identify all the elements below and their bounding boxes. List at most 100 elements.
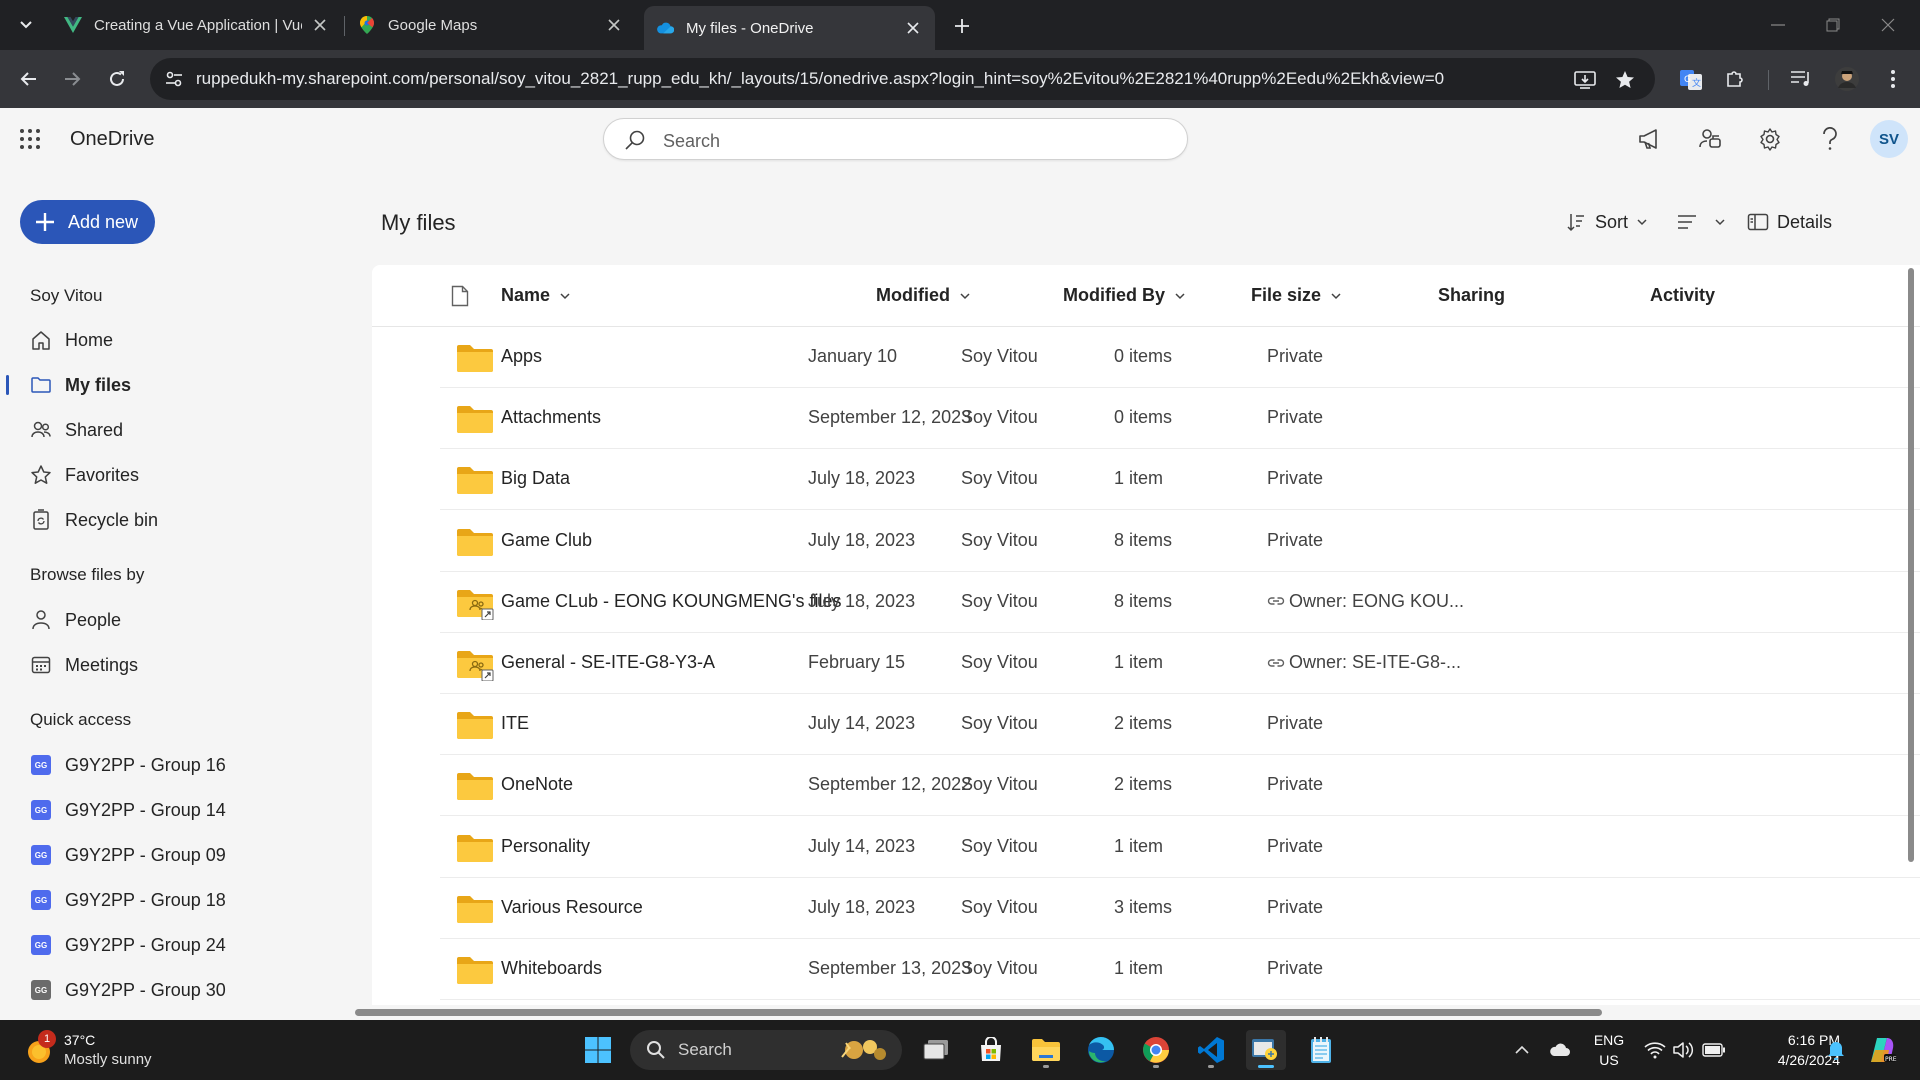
file-name[interactable]: General - SE-ITE-G8-Y3-A bbox=[501, 652, 715, 673]
column-file-size[interactable]: File size bbox=[1251, 285, 1342, 306]
file-name[interactable]: Attachments bbox=[501, 407, 601, 428]
search-box[interactable]: Search bbox=[603, 118, 1188, 160]
python-idle-app[interactable] bbox=[1246, 1030, 1286, 1070]
help-question-icon[interactable] bbox=[1816, 125, 1844, 153]
modified-by[interactable]: Soy Vitou bbox=[961, 530, 1038, 551]
file-name[interactable]: ITE bbox=[501, 713, 529, 734]
vertical-scrollbar[interactable] bbox=[1908, 268, 1914, 862]
sidebar-item-recycle-bin[interactable]: Recycle bin bbox=[0, 500, 360, 540]
onedrive-tray-icon[interactable] bbox=[1548, 1038, 1572, 1062]
battery-icon[interactable] bbox=[1702, 1038, 1726, 1062]
settings-gear-icon[interactable] bbox=[1756, 125, 1784, 153]
quick-access-item[interactable]: GG G9Y2PP - Group 18 bbox=[0, 880, 360, 920]
google-translate-icon[interactable]: G文 bbox=[1676, 64, 1706, 94]
quick-access-item[interactable]: GG G9Y2PP - Group 24 bbox=[0, 925, 360, 965]
table-row[interactable]: Big Data July 18, 2023 Soy Vitou 1 item Priv… bbox=[440, 449, 1920, 511]
sidebar-item-people[interactable]: People bbox=[0, 600, 360, 640]
horizontal-scrollbar[interactable] bbox=[355, 1009, 1602, 1016]
quick-access-item[interactable]: GG G9Y2PP - Group 14 bbox=[0, 790, 360, 830]
restore-button[interactable] bbox=[1813, 10, 1853, 40]
new-tab-button[interactable] bbox=[948, 12, 976, 40]
modified-by[interactable]: Soy Vitou bbox=[961, 958, 1038, 979]
taskbar-search[interactable]: Search bbox=[630, 1030, 902, 1070]
sidebar-item-favorites[interactable]: Favorites bbox=[0, 455, 360, 495]
table-row[interactable]: General - SE-ITE-G8-Y3-A February 15 Soy V… bbox=[440, 633, 1920, 694]
table-row[interactable]: Personality July 14, 2023 Soy Vitou 1 item P… bbox=[440, 817, 1920, 878]
table-row[interactable]: ITE July 14, 2023 Soy Vitou 2 items Private bbox=[440, 694, 1920, 756]
file-name[interactable]: Big Data bbox=[501, 468, 570, 489]
sort-button[interactable]: Sort bbox=[1565, 207, 1648, 237]
sidebar-item-shared[interactable]: Shared bbox=[0, 410, 360, 450]
copilot-icon[interactable]: PRE bbox=[1866, 1034, 1898, 1066]
details-button[interactable]: Details bbox=[1747, 207, 1832, 237]
modified-by[interactable]: Soy Vitou bbox=[961, 652, 1038, 673]
column-modified[interactable]: Modified bbox=[876, 285, 971, 306]
edge-browser-app[interactable] bbox=[1081, 1030, 1121, 1070]
table-row[interactable]: Apps January 10 Soy Vitou 0 items Private bbox=[440, 327, 1920, 388]
table-row[interactable]: Whiteboards September 13, 2023 Soy Vitou 1 … bbox=[440, 939, 1920, 1000]
address-bar[interactable]: ruppedukh-my.sharepoint.com/personal/soy… bbox=[150, 58, 1655, 100]
modified-by[interactable]: Soy Vitou bbox=[961, 346, 1038, 367]
sidebar-item-home[interactable]: Home bbox=[0, 320, 360, 360]
profile-avatar-icon[interactable] bbox=[1832, 64, 1862, 94]
back-button[interactable] bbox=[14, 64, 44, 94]
file-name[interactable]: OneNote bbox=[501, 774, 573, 795]
browser-tab-vue[interactable]: Creating a Vue Application | Vue.js bbox=[52, 6, 342, 44]
extensions-puzzle-icon[interactable] bbox=[1720, 64, 1750, 94]
media-control-icon[interactable] bbox=[1786, 64, 1816, 94]
sidebar-item-my-files[interactable]: My files bbox=[0, 365, 360, 405]
modified-by[interactable]: Soy Vitou bbox=[961, 468, 1038, 489]
bookmark-star-icon[interactable] bbox=[1614, 69, 1636, 91]
weather-widget[interactable]: 1 37°C Mostly sunny bbox=[24, 1030, 224, 1070]
quick-access-item[interactable]: GG G9Y2PP - Group 30 bbox=[0, 970, 360, 1010]
share-people-icon[interactable] bbox=[1696, 125, 1724, 153]
file-name[interactable]: Whiteboards bbox=[501, 958, 602, 979]
column-name[interactable]: Name bbox=[501, 285, 571, 306]
sharing-status[interactable]: Owner: EONG KOU... bbox=[1267, 591, 1464, 612]
sharing-status[interactable]: Owner: SE-ITE-G8-... bbox=[1267, 652, 1461, 673]
input-language[interactable]: ENG US bbox=[1592, 1030, 1626, 1070]
file-name[interactable]: Apps bbox=[501, 346, 542, 367]
notepad-app[interactable] bbox=[1301, 1030, 1341, 1070]
add-new-button[interactable]: Add new bbox=[20, 200, 155, 244]
column-activity[interactable]: Activity bbox=[1650, 285, 1715, 306]
table-row[interactable]: Attachments September 12, 2023 Soy Vitou 0 … bbox=[440, 388, 1920, 450]
modified-by[interactable]: Soy Vitou bbox=[961, 836, 1038, 857]
browser-tab-onedrive[interactable]: My files - OneDrive bbox=[644, 6, 935, 50]
quick-access-item[interactable]: GG G9Y2PP - Group 09 bbox=[0, 835, 360, 875]
notification-bell-icon[interactable] bbox=[1824, 1038, 1848, 1062]
table-row[interactable]: Game Club July 18, 2023 Soy Vitou 8 items Pr… bbox=[440, 511, 1920, 572]
modified-by[interactable]: Soy Vitou bbox=[961, 591, 1038, 612]
modified-by[interactable]: Soy Vitou bbox=[961, 713, 1038, 734]
modified-by[interactable]: Soy Vitou bbox=[961, 897, 1038, 918]
view-options-button[interactable] bbox=[1676, 207, 1726, 237]
sidebar-item-meetings[interactable]: Meetings bbox=[0, 645, 360, 685]
tab-search-button[interactable] bbox=[12, 10, 40, 38]
wifi-icon[interactable] bbox=[1643, 1038, 1667, 1062]
column-sharing[interactable]: Sharing bbox=[1438, 285, 1505, 306]
close-window-button[interactable] bbox=[1868, 10, 1908, 40]
site-settings-icon[interactable] bbox=[164, 69, 184, 89]
feedback-megaphone-icon[interactable] bbox=[1636, 125, 1664, 153]
forward-button[interactable] bbox=[57, 64, 87, 94]
file-name[interactable]: Various Resource bbox=[501, 897, 643, 918]
quick-access-item[interactable]: GG G9Y2PP - Group 16 bbox=[0, 745, 360, 785]
minimize-button[interactable] bbox=[1758, 10, 1798, 40]
file-type-icon[interactable] bbox=[451, 285, 471, 307]
chrome-app[interactable] bbox=[1136, 1030, 1176, 1070]
chrome-menu-icon[interactable] bbox=[1878, 64, 1908, 94]
user-avatar[interactable]: SV bbox=[1870, 120, 1908, 158]
browser-tab-maps[interactable]: Google Maps bbox=[346, 6, 636, 44]
table-row[interactable]: Game CLub - EONG KOUNGMENG's files July 1… bbox=[440, 572, 1920, 633]
vscode-app[interactable] bbox=[1191, 1030, 1231, 1070]
start-button[interactable] bbox=[578, 1030, 618, 1070]
install-app-icon[interactable] bbox=[1574, 69, 1596, 91]
modified-by[interactable]: Soy Vitou bbox=[961, 774, 1038, 795]
chevron-up-icon[interactable] bbox=[1510, 1038, 1534, 1062]
volume-icon[interactable] bbox=[1671, 1038, 1695, 1062]
file-name[interactable]: Personality bbox=[501, 836, 590, 857]
file-name[interactable]: Game Club bbox=[501, 530, 592, 551]
table-row[interactable]: OneNote September 12, 2022 Soy Vitou 2 item… bbox=[440, 755, 1920, 817]
reload-button[interactable] bbox=[102, 64, 132, 94]
close-icon[interactable] bbox=[903, 18, 923, 38]
